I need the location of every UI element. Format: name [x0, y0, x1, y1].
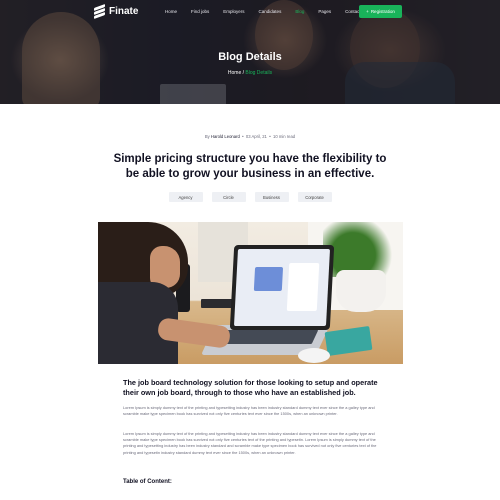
nav-item-blog[interactable]: Blog: [295, 9, 304, 14]
tag-agency[interactable]: Agency: [168, 192, 203, 202]
nav-item-pages[interactable]: Pages: [318, 9, 331, 14]
image-screen-card: [253, 267, 284, 291]
nav-item-find-jobs[interactable]: Find jobs: [191, 9, 209, 14]
nav-menu: Home Find jobs Employers Candidates Blog…: [165, 9, 375, 14]
image-screen-panel: [286, 263, 320, 311]
breadcrumb-current: Blog Details: [245, 70, 273, 76]
nav-item-employers[interactable]: Employers: [223, 9, 244, 14]
image-plant-leaves: [323, 222, 398, 277]
image-laptop-keyboard: [216, 330, 319, 344]
registration-button[interactable]: + Registration: [359, 5, 402, 18]
breadcrumb: Home / Blog Details: [0, 70, 500, 76]
brand-name: Finate: [109, 5, 139, 17]
post-meta: By Harold Leonard • 03 April, 21 • 10 mi…: [204, 134, 296, 139]
plus-icon: +: [366, 9, 369, 14]
tag-corporate[interactable]: Corporate: [297, 192, 332, 202]
page-title: Blog Details: [218, 51, 282, 63]
post-paragraph: Lorem Ipsum is simply dummy text of the …: [123, 405, 375, 417]
image-phone: [201, 299, 233, 308]
tag-circle[interactable]: Circle: [211, 192, 246, 202]
post-author[interactable]: Harold Leonard: [211, 134, 240, 139]
image-laptop-screen: [229, 245, 335, 330]
nav-item-candidates[interactable]: Candidates: [259, 9, 282, 14]
post-date: 03 April, 21: [245, 134, 267, 139]
post-title: Simple pricing structure you have the fl…: [113, 153, 387, 180]
breadcrumb-separator: /: [242, 70, 245, 76]
page-hero: Finate Home Find jobs Employers Candidat…: [0, 0, 500, 104]
main-navbar: Finate Home Find jobs Employers Candidat…: [0, 0, 500, 26]
registration-button-label: Registration: [370, 9, 395, 14]
breadcrumb-home[interactable]: Home: [228, 70, 241, 76]
site-logo[interactable]: Finate: [94, 3, 139, 20]
post-subheading: The job board technology solution for th…: [123, 378, 378, 397]
image-mouse: [298, 348, 330, 363]
post-author-prefix: By: [204, 134, 210, 139]
nav-item-home[interactable]: Home: [165, 9, 177, 14]
post-tags: Agency Circle Business Corporate: [0, 192, 500, 202]
logo-icon: [94, 3, 105, 20]
table-of-content-heading: Table of Content:: [123, 479, 172, 485]
post-paragraph: Lorem Ipsum is simply dummy text of the …: [123, 431, 377, 455]
image-tablet: [324, 325, 373, 357]
tag-business[interactable]: Business: [254, 192, 289, 202]
featured-image: [98, 222, 403, 364]
image-plant-pot: [336, 270, 386, 312]
post-read-time: 10 min read: [273, 134, 296, 139]
